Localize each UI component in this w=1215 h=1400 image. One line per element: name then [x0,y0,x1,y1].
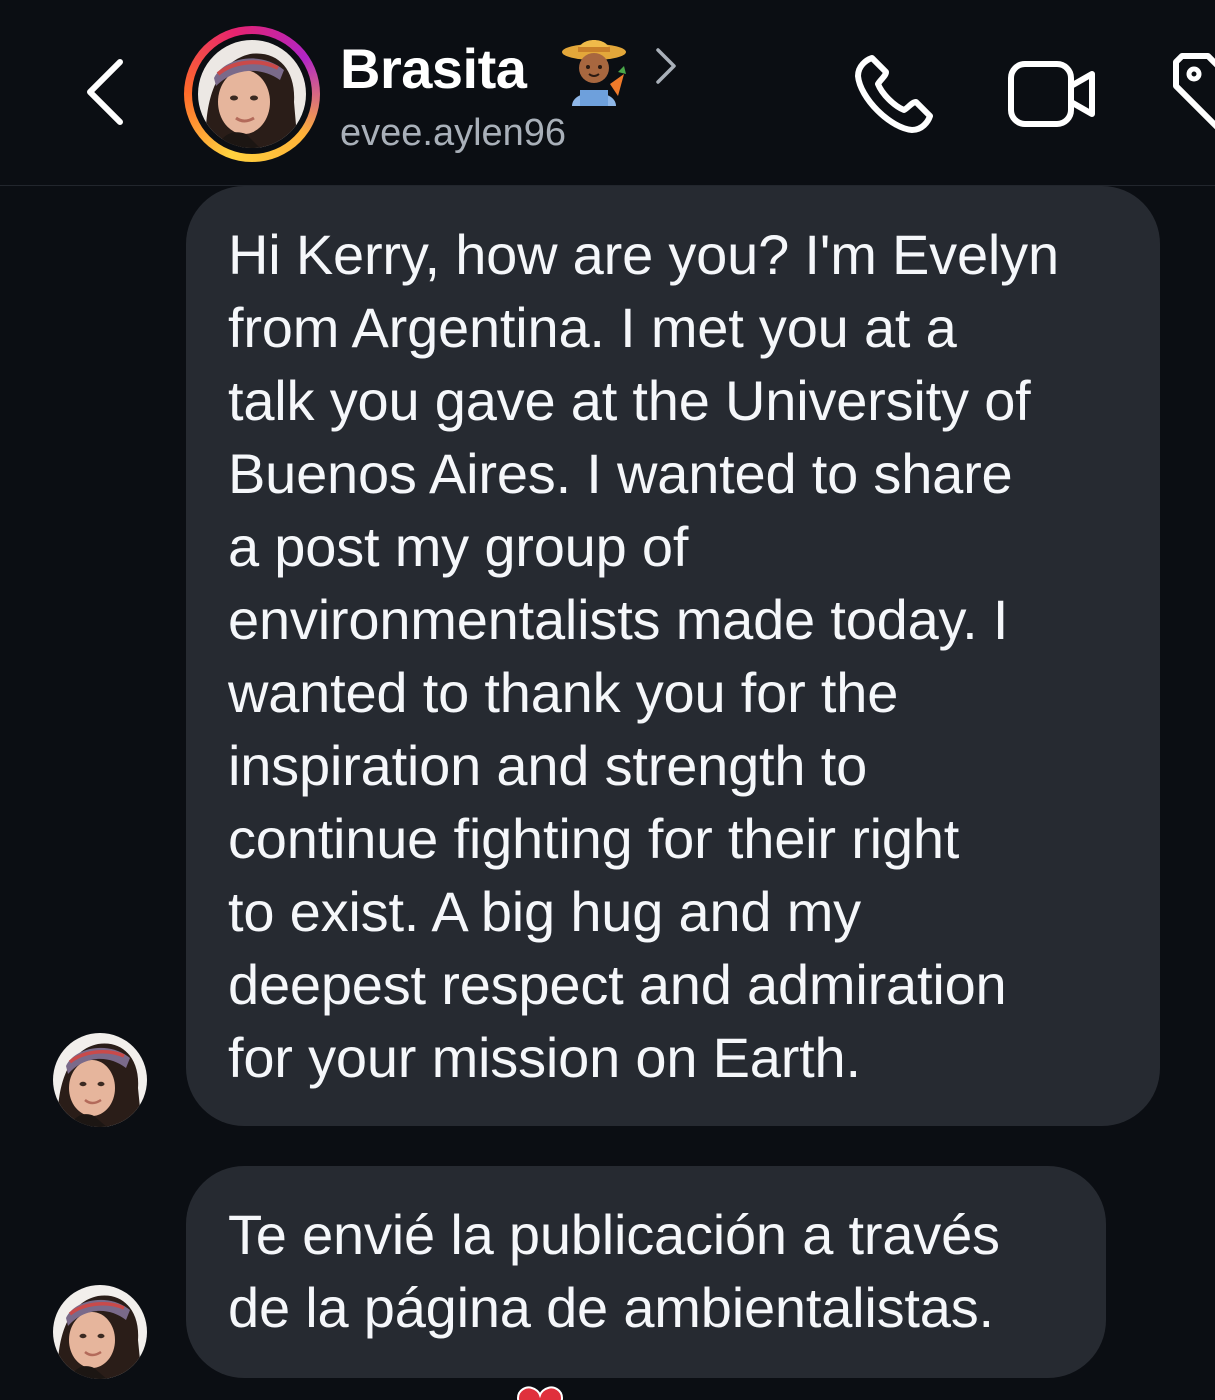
audio-call-button[interactable] [850,52,936,138]
phone-icon [855,55,933,133]
tag-icon [1173,53,1215,130]
sender-avatar[interactable] [52,1032,148,1128]
contact-avatar [198,40,306,148]
heart-reaction-icon [514,1386,566,1400]
contact-avatar-story-ring[interactable] [184,26,320,162]
message-bubble[interactable]: Hi Kerry, how are you? I'm Evelyn from A… [186,186,1160,1126]
chevron-right-icon[interactable] [654,46,678,86]
message-bubble[interactable]: Te envié la publicación a través de la p… [186,1166,1106,1378]
back-button[interactable] [78,52,138,132]
message-text: Hi Kerry, how are you? I'm Evelyn from A… [228,223,1059,1089]
contact-name[interactable]: Brasita [340,36,527,101]
contact-username[interactable]: evee.aylen96 [340,112,566,155]
tag-button[interactable] [1168,50,1215,136]
chevron-left-icon [87,59,123,125]
sender-avatar-image [53,1285,147,1379]
video-camera-icon [1008,61,1095,127]
conversation-header: Brasita evee.aylen96 [0,0,1215,186]
sender-avatar-image [53,1033,147,1127]
video-call-button[interactable] [1006,58,1098,130]
farmer-emoji [562,40,626,106]
sender-avatar[interactable] [52,1284,148,1380]
message-text: Te envié la publicación a través de la p… [228,1203,1000,1339]
